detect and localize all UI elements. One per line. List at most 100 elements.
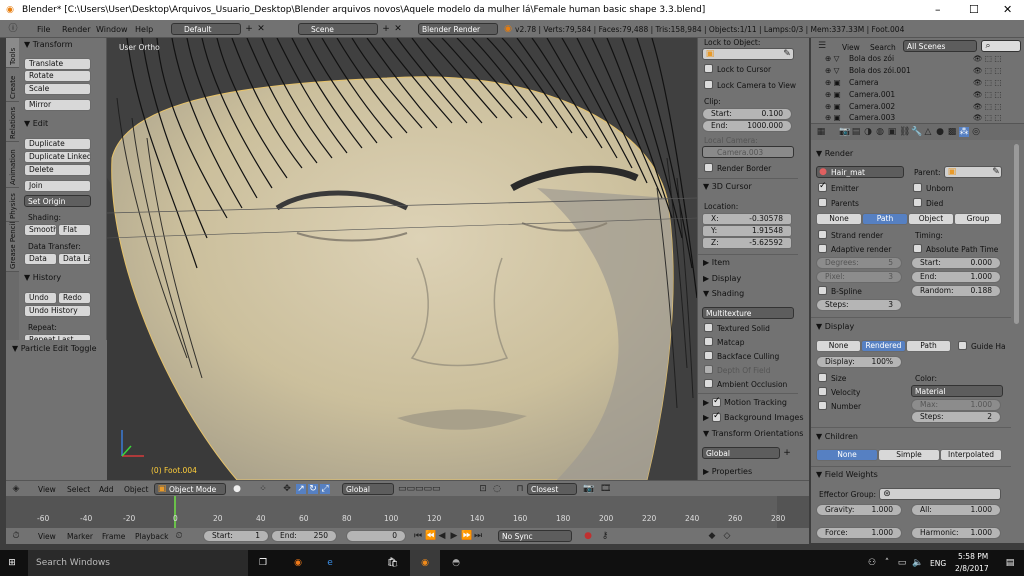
scene-tab-icon[interactable]: ◑: [863, 127, 873, 137]
timeline[interactable]: -60 -40 -20 0 20 40 60 80 100 120 140 16…: [6, 496, 809, 528]
data-tab-icon[interactable]: △: [923, 127, 933, 137]
size-checkbox[interactable]: [818, 373, 827, 382]
parents-checkbox[interactable]: [818, 198, 827, 207]
shading-panel-header[interactable]: ▼ Shading: [703, 289, 744, 298]
blender-taskbar-active[interactable]: ◉: [410, 550, 440, 576]
flat-button[interactable]: Flat: [58, 224, 91, 236]
taskbar-search-box[interactable]: Search Windows: [28, 550, 248, 576]
tray-chevron-icon[interactable]: ˄: [882, 558, 892, 568]
insert-keyframe-icon[interactable]: ◆: [707, 531, 717, 541]
force-field[interactable]: Force: 1.000: [816, 527, 902, 539]
translate-manipulator-icon[interactable]: ↗: [296, 484, 306, 494]
tab-tools[interactable]: Tools: [6, 38, 19, 68]
current-frame-marker[interactable]: [174, 496, 176, 528]
timeline-frame-menu[interactable]: Frame: [102, 532, 125, 541]
shading-mode-select[interactable]: Multitexture: [702, 307, 794, 319]
layers-tab-icon[interactable]: ▤: [851, 127, 861, 137]
matcap-checkbox[interactable]: [704, 337, 713, 346]
delete-button[interactable]: Delete: [24, 164, 91, 176]
world-tab-icon[interactable]: ◍: [875, 127, 885, 137]
add-menu[interactable]: Add: [99, 485, 114, 494]
menu-help[interactable]: Help: [135, 25, 153, 34]
children-interpolated-button[interactable]: Interpolated: [940, 449, 1002, 461]
display-percentage-field[interactable]: Display: 100%: [816, 356, 902, 368]
display-steps-field[interactable]: Steps: 2: [911, 411, 1001, 423]
outliner-view-menu[interactable]: View: [842, 43, 860, 52]
physics-tab-icon[interactable]: ◎: [971, 127, 981, 137]
lock-layers-icon[interactable]: ⊡: [478, 484, 488, 494]
properties-scrollbar[interactable]: [1014, 144, 1019, 324]
item-panel-header[interactable]: ▶ Item: [703, 258, 730, 267]
timeline-view-menu[interactable]: View: [38, 532, 56, 541]
outliner-item[interactable]: ⊕ ▣ Camera.001 👁 ⬚ ⬚: [811, 89, 1024, 101]
adaptive-render-checkbox[interactable]: [818, 244, 827, 253]
render-as-group-button[interactable]: Group: [954, 213, 1002, 225]
display-none-button[interactable]: None: [816, 340, 861, 352]
render-border-checkbox[interactable]: [704, 163, 713, 172]
tab-create[interactable]: Create: [6, 68, 19, 102]
data-layout-button[interactable]: Data La: [58, 253, 91, 265]
absolute-path-time-checkbox[interactable]: [913, 244, 922, 253]
edit-panel-header[interactable]: ▼ Edit: [24, 119, 48, 128]
windows-start-icon[interactable]: ⊞: [7, 558, 17, 568]
render-steps-field[interactable]: Steps: 3: [816, 299, 902, 311]
outliner-editor-icon[interactable]: ☰: [817, 41, 827, 51]
color-mode-select[interactable]: Material: [911, 385, 1003, 397]
field-weights-panel-header[interactable]: ▼ Field Weights: [816, 470, 878, 479]
outliner-item[interactable]: ⊕ ▣ Camera 👁 ⬚ ⬚: [811, 77, 1024, 89]
display-panel-header[interactable]: ▼ Display: [816, 322, 854, 331]
properties-editor-icon[interactable]: ▦: [816, 127, 826, 137]
texture-tab-icon[interactable]: ▩: [947, 127, 957, 137]
effector-group-field[interactable]: [879, 488, 1001, 500]
outliner-search-menu[interactable]: Search: [870, 43, 896, 52]
prev-keyframe-icon[interactable]: ⏪: [425, 531, 436, 541]
object-menu[interactable]: Object: [124, 485, 148, 494]
clip-end-field[interactable]: End: 1000.000: [702, 120, 792, 132]
lock-object-field[interactable]: [702, 48, 794, 60]
scale-button[interactable]: Scale: [24, 83, 91, 95]
auto-keying-record-icon[interactable]: ●: [583, 531, 593, 541]
tray-time[interactable]: 5:58 PM: [958, 552, 988, 561]
tab-grease-pencil[interactable]: Grease Pencil: [6, 222, 19, 272]
motion-tracking-panel-header[interactable]: ▶: [703, 398, 709, 407]
mirror-button[interactable]: Mirror: [24, 99, 91, 111]
layers-grid-icon[interactable]: ▭▭▭▭▭: [398, 484, 458, 494]
remove-layout-icon[interactable]: ✕: [256, 24, 266, 34]
keying-set-icon[interactable]: ⚷: [600, 531, 610, 541]
velocity-checkbox[interactable]: [818, 387, 827, 396]
tray-network-icon[interactable]: ▭: [897, 558, 907, 568]
smooth-button[interactable]: Smooth: [24, 224, 57, 236]
translate-button[interactable]: Translate: [24, 58, 91, 70]
modifiers-tab-icon[interactable]: 🔧: [911, 127, 922, 137]
render-tab-icon[interactable]: 📷: [839, 127, 850, 137]
outliner-item[interactable]: ⊕ ▽ Bola dos zói 👁 ⬚ ⬚: [811, 53, 1024, 65]
duplicate-linked-button[interactable]: Duplicate Linked: [24, 151, 91, 163]
edge-icon[interactable]: e: [325, 558, 335, 568]
outliner-item[interactable]: ⊕ ▣ Camera.003 👁 ⬚ ⬚: [811, 112, 1024, 123]
number-checkbox[interactable]: [818, 401, 827, 410]
emitter-checkbox[interactable]: [818, 181, 827, 192]
random-field[interactable]: Random: 0.188: [911, 285, 1001, 297]
snap-target-select[interactable]: Closest: [527, 483, 577, 495]
eyedropper-icon[interactable]: ✎: [782, 49, 792, 59]
viewport-shading-icon[interactable]: ●: [232, 484, 242, 494]
play-icon[interactable]: ▶: [449, 531, 459, 541]
minimize-button[interactable]: –: [935, 3, 941, 16]
timeline-end-field[interactable]: End: 250: [271, 530, 337, 542]
add-scene-icon[interactable]: +: [381, 24, 391, 34]
preview-range-icon[interactable]: ⏲: [174, 531, 184, 541]
ambient-occlusion-checkbox[interactable]: [704, 379, 713, 388]
lock-to-cursor-checkbox[interactable]: [704, 64, 713, 73]
task-view-icon[interactable]: ❐: [258, 558, 268, 568]
tray-volume-icon[interactable]: 🔈: [912, 558, 923, 568]
outliner-item[interactable]: ⊕ ▽ Bola dos zói.001 👁 ⬚ ⬚: [811, 65, 1024, 77]
menu-file[interactable]: File: [37, 25, 50, 34]
children-simple-button[interactable]: Simple: [878, 449, 940, 461]
particle-edit-toggle-header[interactable]: ▼ Particle Edit Toggle: [12, 344, 97, 353]
remove-scene-icon[interactable]: ✕: [393, 24, 403, 34]
history-panel-header[interactable]: ▼ History: [24, 273, 61, 282]
tab-relations[interactable]: Relations: [6, 102, 19, 142]
redo-button[interactable]: Redo: [58, 292, 91, 304]
object-tab-icon[interactable]: ▣: [887, 127, 897, 137]
pivot-point-icon[interactable]: ⁘: [258, 484, 268, 494]
